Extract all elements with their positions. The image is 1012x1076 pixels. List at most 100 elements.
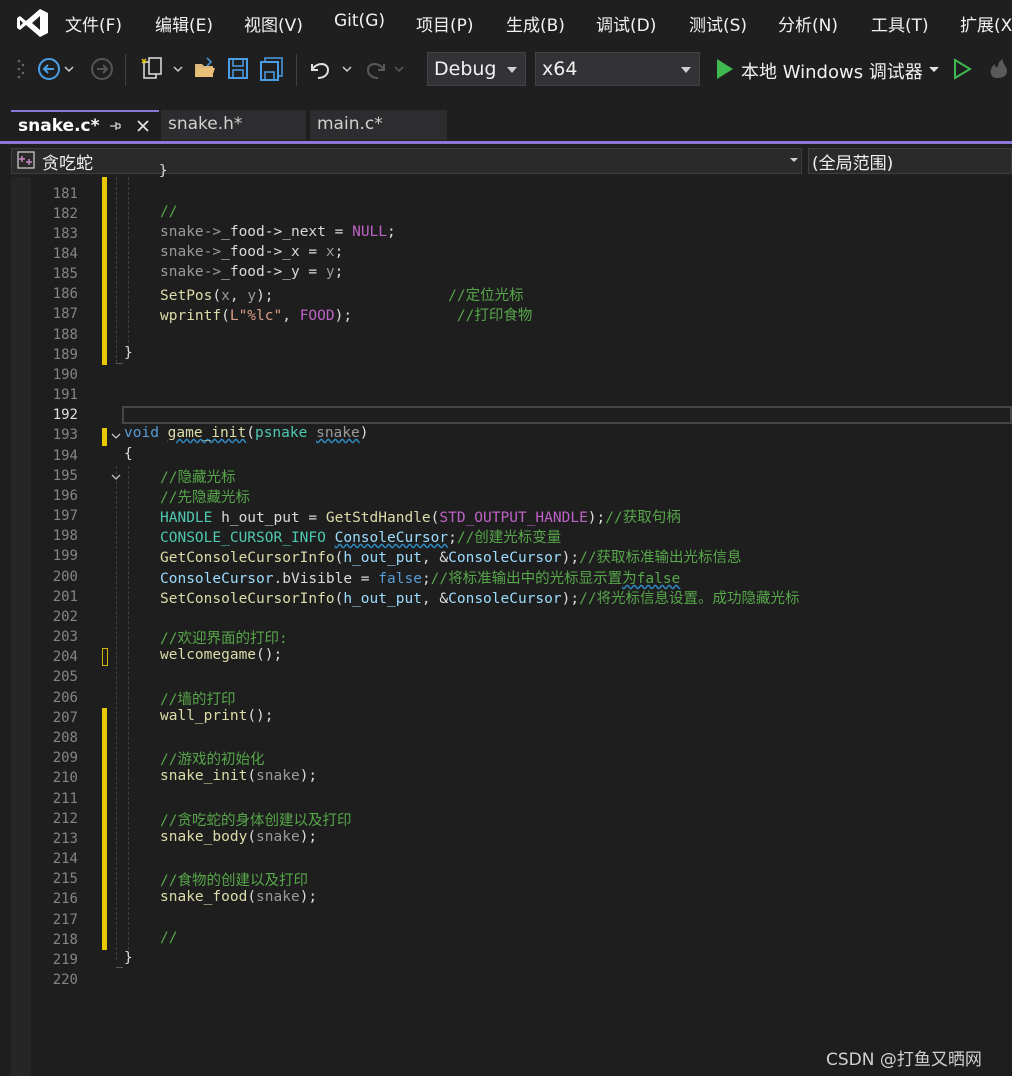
line-number: 190	[52, 367, 78, 383]
change-marker	[102, 177, 107, 365]
collapse-chevron-icon[interactable]	[110, 471, 122, 483]
line-number: 195	[52, 468, 78, 484]
chevron-down-icon[interactable]	[788, 155, 800, 165]
menu-test[interactable]: 测试(S)	[689, 11, 747, 36]
code-line: snake_food(snake);	[160, 889, 318, 905]
change-marker	[102, 648, 108, 666]
hot-reload-icon[interactable]	[985, 56, 1012, 82]
chevron-down-icon	[681, 67, 691, 73]
line-number: 212	[52, 811, 78, 827]
menu-git[interactable]: Git(G)	[334, 11, 385, 31]
platform-dropdown[interactable]: x64	[535, 52, 700, 86]
code-line: GetConsoleCursorInfo(h_out_put, &Console…	[160, 550, 742, 566]
menu-tools[interactable]: 工具(T)	[871, 11, 929, 36]
line-number: 207	[52, 710, 78, 726]
redo-icon[interactable]	[360, 56, 410, 82]
play-icon[interactable]	[712, 56, 736, 82]
open-folder-icon[interactable]	[193, 56, 217, 82]
watermark: CSDN @打鱼又晒网	[826, 1050, 982, 1070]
line-number: 213	[52, 831, 78, 847]
back-icon[interactable]	[36, 56, 78, 82]
menu-project[interactable]: 项目(P)	[416, 11, 474, 36]
menu-extensions[interactable]: 扩展(X	[960, 11, 1012, 36]
line-number: 205	[52, 669, 78, 685]
tab-label: main.c*	[317, 114, 383, 134]
tab-main-c[interactable]: main.c*	[310, 110, 447, 140]
toolbar-separator	[296, 54, 297, 86]
editor-margin	[11, 177, 31, 1076]
line-number: 203	[52, 629, 78, 645]
code-line: snake->_food->_y = y;	[160, 264, 344, 280]
menu-analyze[interactable]: 分析(N)	[778, 11, 838, 36]
new-project-icon[interactable]	[138, 56, 186, 82]
code-line: wall_print();	[160, 708, 274, 724]
current-line-highlight	[122, 406, 1012, 424]
menu-view[interactable]: 视图(V)	[244, 11, 303, 36]
undo-icon[interactable]	[306, 56, 356, 82]
line-number: 182	[52, 206, 78, 222]
code-line: //欢迎界面的打印:	[160, 631, 288, 647]
save-all-icon[interactable]	[259, 56, 285, 82]
outline-end	[116, 363, 123, 364]
line-number: 200	[52, 569, 78, 585]
code-line: //先隐藏光标	[160, 490, 250, 506]
class-icon	[17, 151, 35, 169]
line-number: 215	[52, 871, 78, 887]
toolbar-separator	[125, 54, 126, 86]
tab-snake-h[interactable]: snake.h*	[161, 110, 306, 140]
menu-build[interactable]: 生成(B)	[506, 11, 565, 36]
configuration-value: Debug	[434, 58, 497, 80]
code-line: }	[124, 345, 133, 361]
line-number: 218	[52, 932, 78, 948]
line-number-current: 192	[52, 407, 78, 423]
line-number: 204	[52, 649, 78, 665]
line-number: 188	[52, 327, 78, 343]
line-number: 211	[52, 791, 78, 807]
code-line: //贪吃蛇的身体创建以及打印	[160, 813, 352, 829]
line-number: 219	[52, 952, 78, 968]
line-number: 187	[52, 306, 78, 322]
forward-icon[interactable]	[90, 56, 114, 82]
vs-logo-icon[interactable]	[16, 7, 50, 39]
line-number: 197	[52, 508, 78, 524]
code-line: {	[124, 446, 133, 462]
indent-guide	[128, 466, 129, 950]
code-line: snake->_food->_x = x;	[160, 244, 344, 260]
line-number: 191	[52, 387, 78, 403]
change-marker	[102, 428, 107, 446]
code-line: SetPos(x, y); //定位光标	[160, 288, 524, 304]
code-line: //游戏的初始化	[160, 752, 265, 768]
outline-guide	[116, 177, 117, 363]
save-icon[interactable]	[226, 56, 250, 82]
code-line: ConsoleCursor.bVisible = false;//将标准输出中的…	[160, 571, 681, 587]
line-number: 217	[52, 912, 78, 928]
change-marker	[102, 708, 107, 950]
start-without-debug-icon[interactable]	[950, 56, 974, 82]
line-number: 185	[52, 266, 78, 282]
line-number: 198	[52, 528, 78, 544]
line-number: 186	[52, 286, 78, 302]
line-number: 193	[52, 427, 78, 443]
menu-edit[interactable]: 编辑(E)	[155, 11, 213, 36]
tab-snake-c[interactable]: snake.c*	[11, 110, 159, 140]
code-line: wprintf(L"%lc", FOOD); //打印食物	[160, 308, 533, 324]
menu-debug[interactable]: 调试(D)	[596, 11, 656, 36]
configuration-dropdown[interactable]: Debug	[427, 52, 526, 86]
line-number: 183	[52, 226, 78, 242]
collapse-chevron-icon[interactable]	[110, 430, 122, 442]
debugger-dropdown-chevron-icon[interactable]	[926, 56, 942, 82]
code-line: void game_init(psnake snake)	[124, 425, 369, 441]
outline-guide	[116, 466, 117, 960]
code-line: snake_init(snake);	[160, 768, 318, 784]
platform-value: x64	[542, 58, 578, 80]
outline-end	[116, 967, 123, 968]
project-scope-label: 贪吃蛇	[42, 154, 93, 174]
close-icon[interactable]	[135, 118, 151, 134]
pin-icon[interactable]	[107, 118, 123, 134]
code-line: //墙的打印	[160, 692, 236, 708]
menu-file[interactable]: 文件(F)	[65, 11, 122, 36]
tab-label: snake.c*	[18, 116, 100, 136]
code-line: //食物的创建以及打印	[160, 873, 308, 889]
code-line: welcomegame();	[160, 647, 283, 663]
start-debugger-button[interactable]: 本地 Windows 调试器	[741, 58, 923, 84]
